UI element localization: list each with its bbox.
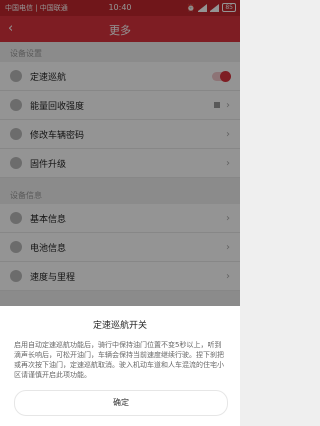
- dialog-message: 启用自动定速巡航功能后，骑行中保持油门位置不变5秒以上，听到滴声长响后，可松开油…: [14, 341, 224, 379]
- bottom-sheet-dialog: 定速巡航开关 启用自动定速巡航功能后，骑行中保持油门位置不变5秒以上，听到滴声长…: [0, 306, 240, 426]
- confirm-button[interactable]: 确定: [14, 390, 228, 416]
- dialog-title: 定速巡航开关: [92, 321, 147, 331]
